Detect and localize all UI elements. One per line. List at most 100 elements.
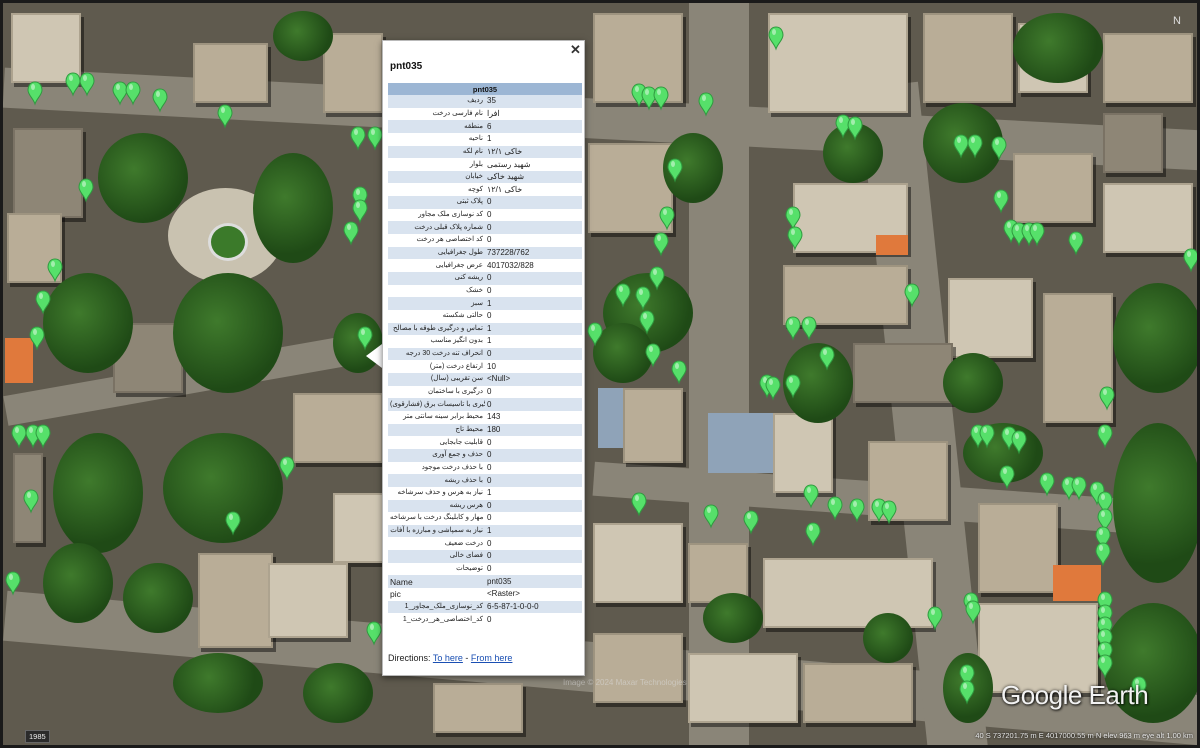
attribute-label: با حذف درخت موجود <box>421 463 483 471</box>
attribute-value: 0 <box>487 614 492 624</box>
attribute-value: 0 <box>487 285 492 295</box>
green-placemark-icon[interactable] <box>805 522 821 547</box>
building <box>783 265 908 325</box>
building <box>333 493 388 563</box>
green-placemark-icon[interactable] <box>35 424 51 449</box>
attribute-label: درخت ضعیف <box>444 539 483 547</box>
attribute-value: 0 <box>485 499 582 513</box>
attribute-label: قابلیت جابجایی <box>439 438 483 446</box>
directions-label: Directions: <box>388 653 431 663</box>
attribute-table-header: pnt035 <box>388 83 582 95</box>
green-placemark-icon[interactable] <box>1003 219 1019 244</box>
attribute-row: هرس ریشه 0 <box>388 499 582 513</box>
attribute-value: 0 <box>487 437 492 447</box>
attribute-label: نیاز به مهار و کابلینگ درخت با سرشاخه <box>390 514 485 522</box>
attribute-value: خاکی ۱۲/۱ <box>487 184 523 194</box>
tree-canopy <box>783 343 853 423</box>
green-placemark-icon[interactable] <box>367 126 383 151</box>
building <box>198 553 273 648</box>
placemark-info-balloon: ✕ pnt035 pnt035 ردیف 35 نام فارسی درخت افرا… <box>382 40 585 676</box>
green-placemark-icon[interactable] <box>279 456 295 481</box>
directions-to-here-link[interactable]: To here <box>433 653 463 663</box>
green-placemark-icon[interactable] <box>759 374 775 399</box>
directions-from-here-link[interactable]: From here <box>471 653 513 663</box>
attribute-label: ریشه کنی <box>388 271 485 285</box>
green-placemark-icon[interactable] <box>765 376 781 401</box>
attribute-value: 0 <box>487 513 492 523</box>
building <box>978 503 1058 593</box>
green-placemark-icon[interactable] <box>671 360 687 385</box>
google-earth-logo: Google Earth <box>1001 680 1149 710</box>
attribute-value: 1 <box>485 297 582 310</box>
building <box>268 563 348 638</box>
green-placemark-icon[interactable] <box>1097 604 1113 629</box>
historical-imagery-year[interactable]: 1985 <box>25 730 50 743</box>
green-placemark-icon[interactable] <box>343 221 359 246</box>
building <box>293 393 383 463</box>
attribute-row: تماس و درگیری طوقه با مصالح 1 <box>388 322 582 336</box>
tree-canopy <box>43 273 133 373</box>
attribute-label: محیط برابر سینه سانتی متر <box>403 413 483 421</box>
attribute-value: 0 <box>487 387 492 397</box>
directions-separator: - <box>465 653 469 663</box>
building <box>688 653 798 723</box>
attribute-value: 0 <box>485 196 582 209</box>
attribute-label: محیط تاج <box>388 423 485 437</box>
attribute-value: خاکی ۱۲/۱ <box>485 145 582 159</box>
building <box>948 278 1033 358</box>
building <box>803 663 913 723</box>
building <box>623 388 683 463</box>
green-placemark-icon[interactable] <box>1095 542 1111 567</box>
tree-canopy <box>943 353 1003 413</box>
attribute-row: کد_نوسازی_ملک_مجاور_1 6-5-87-1-0-0-0 <box>388 600 582 614</box>
attribute-value: 737228/762 <box>485 246 582 260</box>
green-placemark-icon[interactable] <box>653 232 669 257</box>
green-placemark-icon[interactable] <box>352 186 368 211</box>
green-placemark-icon[interactable] <box>1068 231 1084 256</box>
attribute-value: شهید خاکی <box>485 170 582 184</box>
attribute-label: نیاز به سمپاشی و مبارزه با آفات <box>388 524 485 538</box>
building <box>11 13 81 83</box>
attribute-value: 1 <box>487 134 492 144</box>
attribute-value: <Null> <box>485 373 582 386</box>
building <box>876 235 908 255</box>
green-placemark-icon[interactable] <box>25 424 41 449</box>
attribute-value: 6-5-87-1-0-0-0 <box>485 600 582 614</box>
attribute-row: عرض جغرافیایی 4017032/828 <box>388 259 582 272</box>
attribute-value: 4017032/828 <box>487 260 534 270</box>
attribute-value: 0 <box>487 462 492 472</box>
attribute-value: 0 <box>487 311 492 321</box>
attribute-row: شماره پلاک قبلی درخت 0 <box>388 221 582 235</box>
tree-canopy <box>43 543 113 623</box>
close-icon[interactable]: ✕ <box>570 42 581 58</box>
green-placemark-icon[interactable] <box>350 126 366 151</box>
attribute-row: سبز 1 <box>388 297 582 310</box>
tree-canopy <box>923 103 1003 183</box>
building <box>588 143 673 233</box>
tree-canopy <box>703 593 763 643</box>
green-placemark-icon[interactable] <box>1029 222 1045 247</box>
tree-canopy <box>303 663 373 723</box>
building <box>868 441 948 521</box>
attribute-label: پلاک ثبتی <box>388 196 485 209</box>
attribute-row: پلاک ثبتی 0 <box>388 196 582 209</box>
tree-canopy <box>98 133 188 223</box>
attribute-label: سبز <box>388 297 485 310</box>
green-placemark-icon[interactable] <box>352 199 368 224</box>
green-placemark-icon[interactable] <box>1039 472 1055 497</box>
attribute-label: عرض جغرافیایی <box>435 261 483 269</box>
attribute-value: 0 <box>485 550 582 563</box>
green-placemark-icon[interactable] <box>11 424 27 449</box>
green-placemark-icon[interactable] <box>1011 222 1027 247</box>
green-placemark-icon[interactable] <box>1097 424 1113 449</box>
compass-icon[interactable]: N <box>1173 15 1181 27</box>
satellite-map-view[interactable]: Image © 2024 Maxar Technologies Google E… <box>0 0 1200 748</box>
green-placemark-icon[interactable] <box>1021 222 1037 247</box>
attribute-row: درخت ضعیف 0 <box>388 537 582 550</box>
attribute-label: تماس و درگیری طوقه با مصالح <box>388 322 485 336</box>
attribute-label: ناحیه <box>468 135 483 143</box>
attribute-row: طول جغرافیایی 737228/762 <box>388 246 582 260</box>
building <box>773 413 833 493</box>
green-placemark-icon[interactable] <box>993 189 1009 214</box>
attribute-label: ردیف <box>388 95 485 108</box>
